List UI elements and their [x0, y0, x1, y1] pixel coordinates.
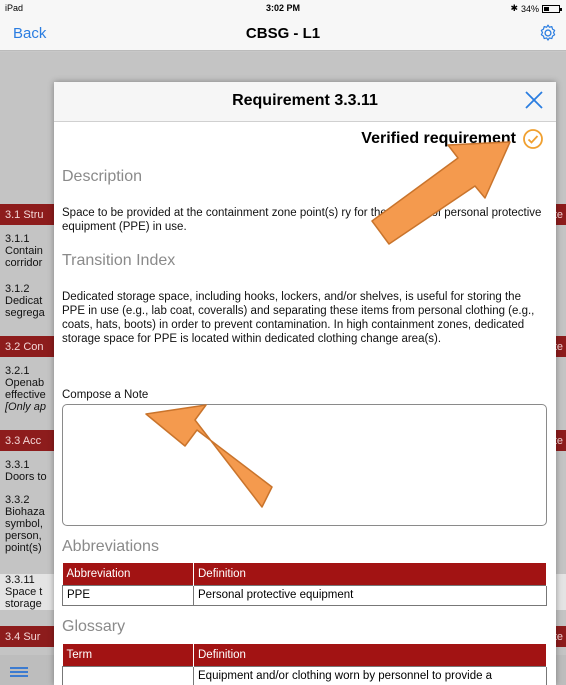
table-cell: PPE: [62, 584, 194, 606]
table-row: PPE Personal protective equipment: [62, 584, 547, 606]
screen-title: CBSG - L1: [245, 25, 321, 42]
abbreviations-heading: Abbreviations: [62, 538, 159, 555]
abbreviations-table: Abbreviation Definition PPE Personal pro…: [62, 563, 547, 606]
gear-icon[interactable]: [538, 23, 558, 43]
transition-index-text: Dedicated storage space, including hooks…: [62, 291, 535, 345]
section-label: 3.4 Sur: [5, 631, 41, 643]
modal-header: Requirement 3.3.11: [54, 82, 556, 122]
modal-title: Requirement 3.3.11: [232, 92, 378, 109]
glossary-heading: Glossary: [62, 618, 126, 635]
table-header-row: Abbreviation Definition: [62, 563, 547, 585]
bluetooth-icon: ✱: [510, 3, 518, 13]
battery-percent: 34%: [520, 3, 539, 14]
navigation-bar: Back CBSG - L1: [0, 17, 566, 51]
status-bar: iPad 3:02 PM ✱ 34%: [0, 0, 566, 17]
transition-index-heading: Transition Index: [62, 252, 176, 269]
table-cell: Equipment and/or clothing worn by person…: [193, 665, 547, 685]
compose-note-label: Compose a Note: [62, 389, 149, 401]
menu-icon[interactable]: [10, 667, 28, 677]
clock: 3:02 PM: [265, 3, 300, 13]
verified-toggle[interactable]: Verified requirement: [361, 128, 544, 150]
column-header: Abbreviation: [62, 563, 194, 585]
table-header-row: Term Definition: [62, 644, 547, 666]
section-label: 3.2 Con: [5, 341, 44, 353]
description-heading: Description: [62, 168, 143, 185]
table-cell: Personal protective equipment: [193, 584, 547, 606]
glossary-table: Term Definition Equipment and/or clothin…: [62, 644, 547, 685]
close-icon[interactable]: [523, 89, 545, 111]
column-header: Definition: [193, 563, 547, 585]
verified-label: Verified requirement: [361, 130, 516, 147]
check-circle-icon[interactable]: [522, 128, 544, 150]
requirement-modal: Requirement 3.3.11 Verified requirement …: [54, 82, 556, 685]
section-label: 3.1 Stru: [5, 209, 44, 221]
note-textarea[interactable]: [62, 404, 547, 526]
table-row: Equipment and/or clothing worn by person…: [62, 665, 547, 685]
section-label: 3.3 Acc: [5, 435, 42, 447]
description-text: Space to be provided at the containment …: [62, 207, 542, 233]
column-header: Definition: [193, 644, 547, 666]
column-header: Term: [62, 644, 194, 666]
battery-icon: [542, 4, 562, 13]
battery-indicator: ✱ 34%: [510, 3, 562, 14]
table-cell: [62, 665, 194, 685]
